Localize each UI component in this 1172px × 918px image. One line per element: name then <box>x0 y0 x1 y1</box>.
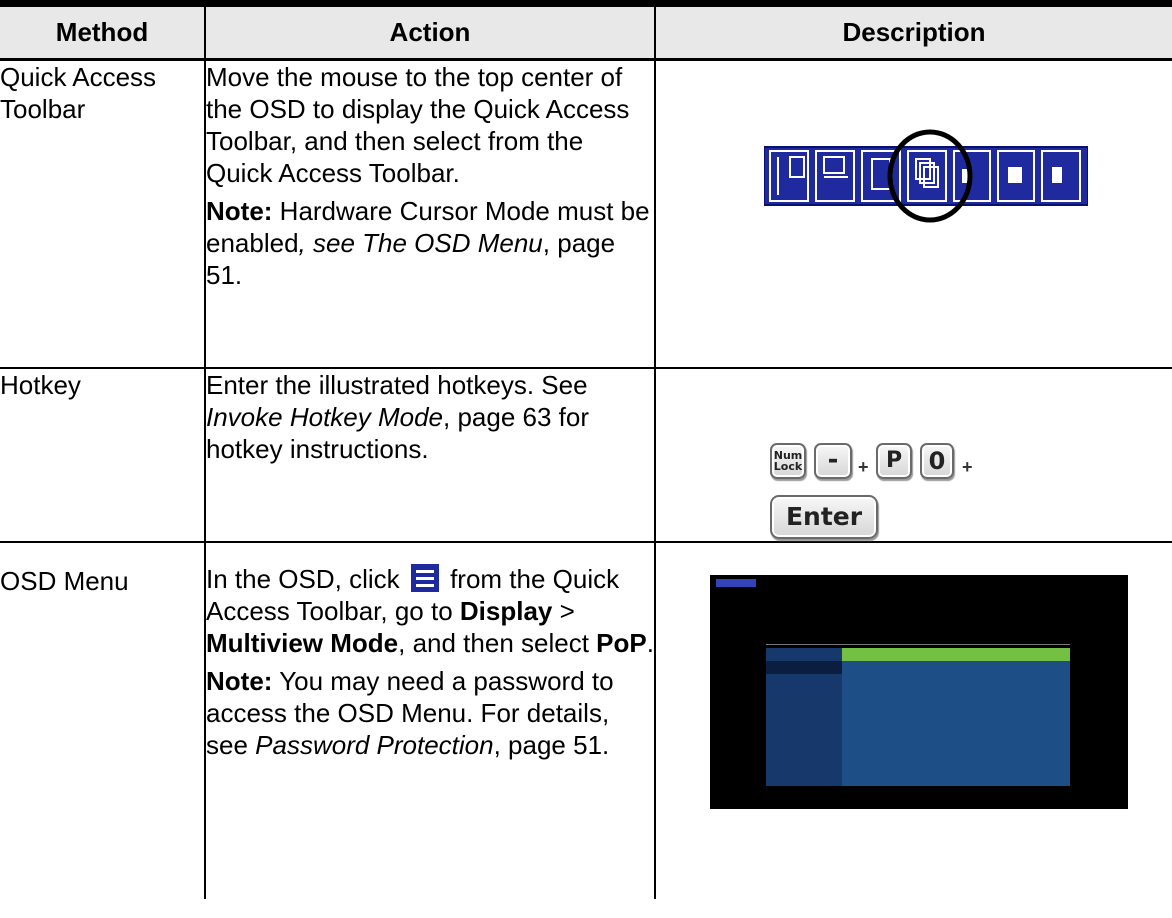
action-text: Enter the illustrated hotkeys. See Invok… <box>206 369 654 465</box>
note-see: , see <box>298 228 363 258</box>
path-separator: > <box>552 596 575 626</box>
method-cell: OSD Menu <box>0 566 129 596</box>
display-label: Display <box>459 596 553 626</box>
action-text-part: , and then select <box>398 628 597 658</box>
osd-sidebar <box>766 648 842 786</box>
action-note: Note: Hardware Cursor Mode must be enabl… <box>206 195 654 291</box>
zero-key: 0 <box>920 443 954 479</box>
pop-label: PoP <box>596 628 647 658</box>
osd-divider <box>766 644 1070 645</box>
header-action: Action <box>204 7 655 61</box>
description-cell <box>654 59 1172 369</box>
top-rule <box>0 0 1172 7</box>
hotkey-illustration: Num Lock - + P 0 + Enter <box>770 443 1130 553</box>
osd-settings-panel <box>842 648 1070 786</box>
quick-access-toolbar-image <box>764 129 1088 223</box>
description-cell <box>654 542 1172 899</box>
action-text-part: In the OSD, click <box>206 564 407 594</box>
table-row: Hotkey Enter the illustrated hotkeys. Se… <box>0 368 1172 543</box>
osd-toolbar-strip <box>716 579 756 587</box>
action-note: Note: You may need a password to access … <box>206 665 654 761</box>
action-text: Move the mouse to the top center of the … <box>206 62 630 188</box>
table-row: OSD Menu In the OSD, click from the Quic… <box>0 542 1172 899</box>
note-ref: The OSD Menu <box>362 228 543 258</box>
description-cell: Num Lock - + P 0 + Enter <box>654 368 1172 543</box>
action-cell: Enter the illustrated hotkeys. See Invok… <box>204 368 655 543</box>
numlock-key-label: Lock <box>773 460 803 473</box>
action-cell: Move the mouse to the top center of the … <box>204 59 655 369</box>
numlock-key: Num Lock <box>770 443 806 479</box>
note-ref: Password Protection <box>255 730 494 760</box>
plus-sign: + <box>858 457 869 477</box>
table-row: Quick Access Toolbar Move the mouse to t… <box>0 59 1172 369</box>
note-page: , page 51. <box>493 730 610 760</box>
header-description: Description <box>654 7 1172 61</box>
note-label: Note: <box>206 196 273 226</box>
minus-key: - <box>814 443 852 479</box>
action-cell: In the OSD, click from the Quick Access … <box>204 542 655 899</box>
p-key: P <box>876 443 912 479</box>
method-cell: Hotkey <box>0 368 205 543</box>
table-header-row: Method Action Description <box>0 7 1172 61</box>
methods-table: Method Action Description Quick Access T… <box>0 7 1172 899</box>
osd-screenshot <box>710 575 1128 809</box>
plus-sign: + <box>962 457 973 477</box>
action-text: In the OSD, click from the Quick Access … <box>206 563 654 659</box>
enter-key: Enter <box>770 495 878 539</box>
action-text-part: . <box>646 628 654 658</box>
multiview-label: Multiview Mode <box>206 628 399 658</box>
action-text-part: Enter the illustrated hotkeys. See <box>206 370 588 400</box>
method-cell: Quick Access Toolbar <box>0 59 205 369</box>
action-ref: Invoke Hotkey Mode <box>206 402 444 432</box>
menu-icon <box>410 564 439 592</box>
header-method: Method <box>0 7 205 61</box>
note-label: Note: <box>206 666 273 696</box>
